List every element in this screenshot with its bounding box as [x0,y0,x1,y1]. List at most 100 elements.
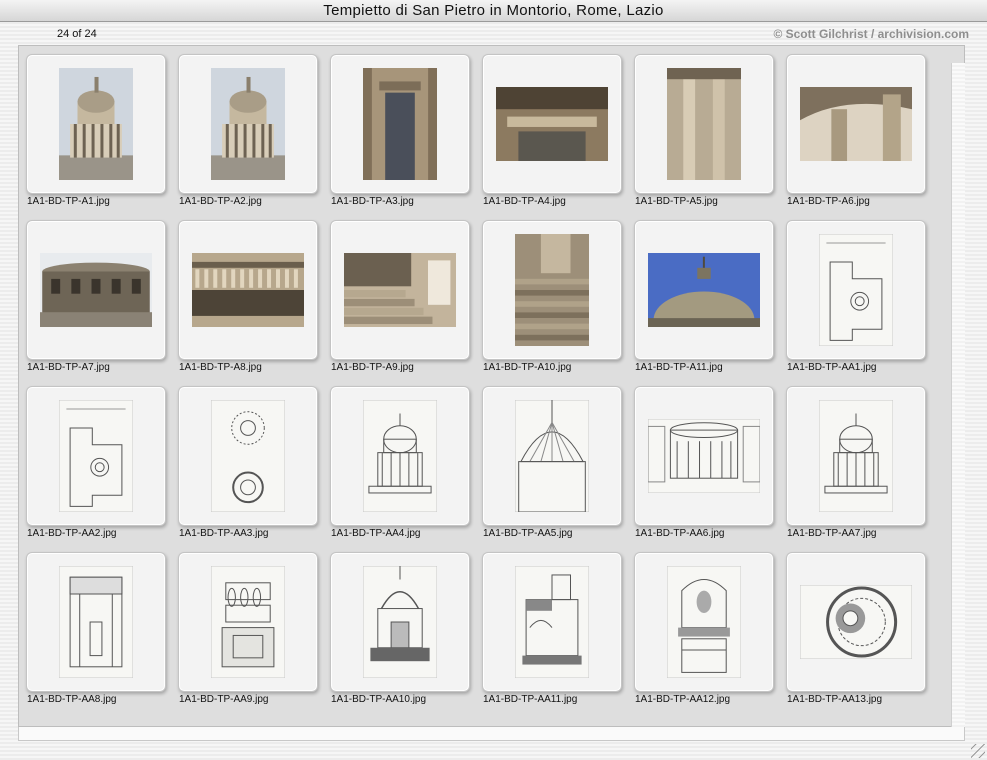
thumbnail-frame[interactable] [482,220,622,360]
thumbnail-filename: 1A1-BD-TP-AA6.jpg [635,528,725,539]
thumbnail-image[interactable] [59,566,133,678]
thumbnail-item[interactable]: 1A1-BD-TP-AA11.jpg [482,552,622,718]
thumbnail-filename: 1A1-BD-TP-A10.jpg [483,362,572,373]
thumbnail-item[interactable]: 1A1-BD-TP-AA9.jpg [178,552,318,718]
image-count: 24 of 24 [57,28,97,40]
resize-grip-icon[interactable] [971,744,985,758]
thumbnail-item[interactable]: 1A1-BD-TP-AA7.jpg [786,386,926,552]
thumbnail-item[interactable]: 1A1-BD-TP-AA2.jpg [26,386,166,552]
thumbnail-item[interactable]: 1A1-BD-TP-A2.jpg [178,54,318,220]
thumbnail-frame[interactable] [786,54,926,194]
thumbnail-item[interactable]: 1A1-BD-TP-AA10.jpg [330,552,470,718]
thumbnail-frame[interactable] [178,54,318,194]
thumbnail-item[interactable]: 1A1-BD-TP-AA8.jpg [26,552,166,718]
thumbnail-item[interactable]: 1A1-BD-TP-A1.jpg [26,54,166,220]
thumbnail-frame[interactable] [178,552,318,692]
thumbnail-item[interactable]: 1A1-BD-TP-A6.jpg [786,54,926,220]
thumbnail-filename: 1A1-BD-TP-A8.jpg [179,362,262,373]
thumbnail-filename: 1A1-BD-TP-AA12.jpg [635,694,731,705]
thumbnail-image[interactable] [648,419,760,493]
thumbnail-item[interactable]: 1A1-BD-TP-AA1.jpg [786,220,926,386]
thumbnail-frame[interactable] [178,220,318,360]
thumbnail-image[interactable] [819,234,893,346]
thumbnail-frame[interactable] [786,552,926,692]
thumbnail-image[interactable] [363,68,437,180]
thumbnail-filename: 1A1-BD-TP-A9.jpg [331,362,414,373]
thumbnail-frame[interactable] [634,220,774,360]
thumbnail-frame[interactable] [330,54,470,194]
thumbnail-filename: 1A1-BD-TP-A2.jpg [179,196,262,207]
thumbnail-image[interactable] [667,68,741,180]
thumbnail-item[interactable]: 1A1-BD-TP-A11.jpg [634,220,774,386]
thumbnail-frame[interactable] [482,386,622,526]
thumbnail-filename: 1A1-BD-TP-AA5.jpg [483,528,573,539]
thumbnail-frame[interactable] [26,386,166,526]
thumbnail-image[interactable] [344,253,456,327]
thumbnail-filename: 1A1-BD-TP-AA8.jpg [27,694,117,705]
thumbnail-frame[interactable] [634,386,774,526]
thumbnail-image[interactable] [211,566,285,678]
thumbnail-frame[interactable] [786,220,926,360]
thumbnail-item[interactable]: 1A1-BD-TP-A3.jpg [330,54,470,220]
thumbnail-image[interactable] [515,234,589,346]
thumbnail-item[interactable]: 1A1-BD-TP-AA5.jpg [482,386,622,552]
thumbnail-filename: 1A1-BD-TP-AA11.jpg [483,694,578,705]
thumbnail-item[interactable]: 1A1-BD-TP-A9.jpg [330,220,470,386]
thumbnail-grid: 1A1-BD-TP-A1.jpg 1A1-BD-TP-A2.jpg 1A1-BD… [18,45,965,727]
thumbnail-filename: 1A1-BD-TP-AA1.jpg [787,362,877,373]
thumbnail-filename: 1A1-BD-TP-AA7.jpg [787,528,877,539]
thumbnail-frame[interactable] [330,552,470,692]
thumbnail-frame[interactable] [634,54,774,194]
thumbnail-item[interactable]: 1A1-BD-TP-A7.jpg [26,220,166,386]
thumbnail-frame[interactable] [786,386,926,526]
thumbnail-image[interactable] [211,68,285,180]
thumbnail-frame[interactable] [482,54,622,194]
thumbnail-item[interactable]: 1A1-BD-TP-AA13.jpg [786,552,926,718]
thumbnail-frame[interactable] [26,220,166,360]
thumbnail-filename: 1A1-BD-TP-AA2.jpg [27,528,117,539]
vertical-scrollbar[interactable] [951,63,965,727]
thumbnail-image[interactable] [496,87,608,161]
horizontal-scrollbar[interactable] [18,727,965,741]
thumbnail-item[interactable]: 1A1-BD-TP-AA4.jpg [330,386,470,552]
thumbnail-image[interactable] [819,400,893,512]
thumbnail-filename: 1A1-BD-TP-A6.jpg [787,196,870,207]
thumbnail-item[interactable]: 1A1-BD-TP-A4.jpg [482,54,622,220]
thumbnail-item[interactable]: 1A1-BD-TP-A5.jpg [634,54,774,220]
thumbnail-image[interactable] [800,585,912,659]
thumbnail-image[interactable] [515,400,589,512]
thumbnail-image[interactable] [648,253,760,327]
thumbnail-frame[interactable] [330,220,470,360]
thumbnail-image[interactable] [211,400,285,512]
thumbnail-image[interactable] [59,400,133,512]
thumbnail-frame[interactable] [482,552,622,692]
thumbnail-item[interactable]: 1A1-BD-TP-AA12.jpg [634,552,774,718]
thumbnail-image[interactable] [363,566,437,678]
thumbnail-image[interactable] [363,400,437,512]
thumbnail-image[interactable] [800,87,912,161]
thumbnail-item[interactable]: 1A1-BD-TP-A10.jpg [482,220,622,386]
window-title: Tempietto di San Pietro in Montorio, Rom… [0,0,987,22]
thumbnail-frame[interactable] [178,386,318,526]
thumbnail-item[interactable]: 1A1-BD-TP-AA3.jpg [178,386,318,552]
thumbnail-filename: 1A1-BD-TP-AA10.jpg [331,694,427,705]
thumbnail-filename: 1A1-BD-TP-A7.jpg [27,362,110,373]
thumbnail-item[interactable]: 1A1-BD-TP-A8.jpg [178,220,318,386]
thumbnail-frame[interactable] [26,552,166,692]
thumbnail-filename: 1A1-BD-TP-AA9.jpg [179,694,269,705]
thumbnail-image[interactable] [40,253,152,327]
thumbnail-filename: 1A1-BD-TP-A5.jpg [635,196,718,207]
thumbnail-filename: 1A1-BD-TP-AA13.jpg [787,694,883,705]
thumbnail-image[interactable] [59,68,133,180]
thumbnail-frame[interactable] [330,386,470,526]
thumbnail-item[interactable]: 1A1-BD-TP-AA6.jpg [634,386,774,552]
copyright-credit: © Scott Gilchrist / archivision.com [773,27,969,41]
thumbnail-filename: 1A1-BD-TP-A3.jpg [331,196,414,207]
thumbnail-frame[interactable] [634,552,774,692]
thumbnail-frame[interactable] [26,54,166,194]
thumbnail-image[interactable] [515,566,589,678]
thumbnail-image[interactable] [667,566,741,678]
thumbnail-image[interactable] [192,253,304,327]
thumbnail-filename: 1A1-BD-TP-AA3.jpg [179,528,269,539]
thumbnail-filename: 1A1-BD-TP-A1.jpg [27,196,110,207]
